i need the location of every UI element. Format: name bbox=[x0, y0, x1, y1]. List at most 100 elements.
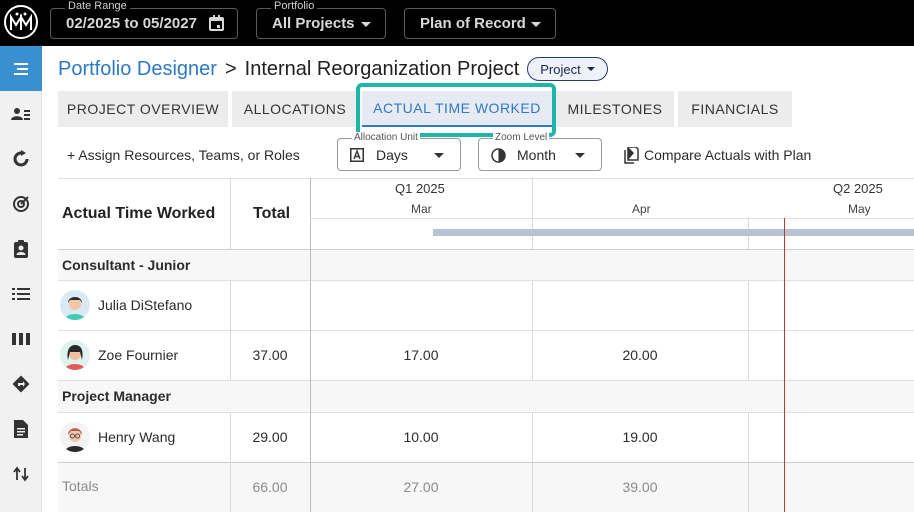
sidebar-item-cycle[interactable] bbox=[0, 136, 42, 181]
tab-milestones[interactable]: MILESTONES bbox=[556, 91, 674, 127]
col-divider bbox=[310, 178, 311, 512]
date-range-label: Date Range bbox=[65, 0, 130, 12]
totals-label: Totals bbox=[62, 478, 99, 494]
logo-icon bbox=[10, 12, 32, 30]
allocation-unit-select[interactable]: Allocation Unit Days bbox=[337, 132, 461, 171]
tab-highlight-box bbox=[356, 83, 556, 137]
document-icon bbox=[14, 419, 28, 438]
chevron-down-icon bbox=[586, 67, 595, 71]
avatar-julia-icon bbox=[65, 297, 85, 320]
totals-apr: 39.00 bbox=[622, 479, 658, 495]
sidebar-item-list[interactable] bbox=[0, 271, 42, 316]
col-divider bbox=[532, 280, 533, 380]
allocation-unit-label: Allocation Unit bbox=[352, 132, 420, 141]
resource-name[interactable]: Julia DiStefano bbox=[98, 297, 192, 313]
actual-time-grid: Actual Time Worked Total Q1 2025 Q2 2025… bbox=[58, 178, 914, 512]
sidebar-item-direction[interactable] bbox=[0, 361, 42, 406]
zoom-level-select[interactable]: Zoom Level Month bbox=[478, 132, 602, 171]
compare-actuals-label: Compare Actuals with Plan bbox=[644, 147, 812, 163]
month-may: May bbox=[848, 202, 871, 216]
compare-icon bbox=[624, 146, 639, 164]
project-timeline-bar[interactable] bbox=[433, 229, 914, 236]
month-apr: Apr bbox=[632, 202, 651, 216]
tab-financials[interactable]: FINANCIALS bbox=[678, 91, 792, 127]
total-header: Total bbox=[253, 205, 291, 222]
plan-value: Plan of Record bbox=[420, 15, 526, 32]
plan-select[interactable]: Plan of Record bbox=[404, 8, 556, 39]
col-divider bbox=[230, 280, 231, 380]
sort-arrows-icon bbox=[13, 466, 29, 481]
chevron-down-icon bbox=[434, 153, 444, 158]
resource-name[interactable]: Henry Wang bbox=[98, 429, 175, 445]
calendar-icon[interactable] bbox=[208, 15, 225, 32]
timeline-header-divider bbox=[310, 218, 914, 219]
row-divider bbox=[58, 412, 914, 413]
cell-mar[interactable]: 17.00 bbox=[310, 347, 532, 363]
page-title: Internal Reorganization Project bbox=[244, 57, 520, 80]
app-logo[interactable] bbox=[4, 5, 38, 39]
sidebar-item-menu[interactable] bbox=[0, 46, 42, 91]
assign-resources-button[interactable]: + Assign Resources, Teams, or Roles bbox=[67, 145, 300, 165]
actual-time-worked-header: Actual Time Worked bbox=[62, 205, 216, 222]
list-icon bbox=[12, 287, 30, 300]
allocation-unit-value: Days bbox=[376, 147, 408, 163]
project-type-label: Project bbox=[540, 61, 581, 77]
tab-allocations[interactable]: ALLOCATIONS bbox=[232, 91, 358, 127]
tab-project-overview[interactable]: PROJECT OVERVIEW bbox=[58, 91, 228, 127]
direction-icon bbox=[12, 375, 30, 392]
clock-icon bbox=[491, 148, 506, 163]
date-range-value: 02/2025 to 05/2027 bbox=[66, 15, 197, 32]
row-total: 29.00 bbox=[252, 429, 288, 445]
portfolio-select[interactable]: Portfolio All Projects bbox=[256, 0, 386, 39]
totals-mar: 27.00 bbox=[403, 479, 439, 495]
avatar-henry-icon bbox=[65, 428, 85, 452]
grid-top-border bbox=[58, 178, 914, 179]
breadcrumb-portfolio-designer[interactable]: Portfolio Designer bbox=[58, 58, 217, 81]
sidebar-item-document[interactable] bbox=[0, 406, 42, 451]
row-divider bbox=[58, 380, 914, 381]
row-divider bbox=[58, 462, 914, 463]
resource-name[interactable]: Zoe Fournier bbox=[98, 347, 178, 363]
row-divider bbox=[58, 280, 914, 281]
col-divider bbox=[230, 178, 231, 250]
col-divider bbox=[532, 412, 533, 512]
sidebar-item-people[interactable] bbox=[0, 91, 42, 136]
cell-mar[interactable]: 10.00 bbox=[310, 429, 532, 445]
sidebar-item-sort[interactable] bbox=[0, 451, 42, 496]
q2-2025-label: Q2 2025 bbox=[833, 181, 883, 196]
totals-total: 66.00 bbox=[252, 479, 288, 495]
clipboard-icon bbox=[14, 239, 28, 258]
col-divider bbox=[748, 412, 749, 512]
columns-icon bbox=[12, 332, 30, 345]
month-mar: Mar bbox=[411, 202, 432, 216]
breadcrumb-separator: > bbox=[224, 57, 237, 80]
sidebar-item-columns[interactable] bbox=[0, 316, 42, 361]
group-label-consultant: Consultant - Junior bbox=[62, 257, 191, 273]
group-row-project-manager bbox=[58, 380, 914, 412]
chevron-down-icon bbox=[575, 153, 585, 158]
zoom-level-label: Zoom Level bbox=[493, 132, 550, 141]
row-total: 37.00 bbox=[252, 347, 288, 363]
text-a-icon bbox=[350, 148, 364, 162]
breadcrumb: Portfolio Designer > Internal Reorganiza… bbox=[58, 57, 608, 81]
col-divider bbox=[748, 280, 749, 380]
date-range-field[interactable]: Date Range 02/2025 to 05/2027 bbox=[50, 0, 238, 39]
zoom-level-value: Month bbox=[517, 147, 556, 163]
portfolio-value: All Projects bbox=[272, 15, 355, 32]
compare-actuals-button[interactable]: Compare Actuals with Plan bbox=[624, 145, 811, 165]
chevron-down-icon bbox=[361, 22, 371, 27]
top-bar: Date Range 02/2025 to 05/2027 Portfolio … bbox=[0, 0, 914, 46]
chevron-down-icon bbox=[531, 22, 541, 27]
project-type-chip[interactable]: Project bbox=[527, 57, 608, 81]
people-list-icon bbox=[11, 107, 30, 120]
cycle-icon bbox=[13, 149, 29, 166]
menu-icon bbox=[14, 62, 28, 75]
avatar bbox=[60, 422, 90, 452]
sidebar-item-clipboard[interactable] bbox=[0, 226, 42, 271]
cell-apr[interactable]: 19.00 bbox=[532, 429, 748, 445]
sidebar-item-target[interactable] bbox=[0, 181, 42, 226]
q1-2025-label: Q1 2025 bbox=[395, 181, 445, 196]
group-label-project-manager: Project Manager bbox=[62, 388, 171, 404]
target-icon bbox=[13, 195, 29, 212]
cell-apr[interactable]: 20.00 bbox=[532, 347, 748, 363]
